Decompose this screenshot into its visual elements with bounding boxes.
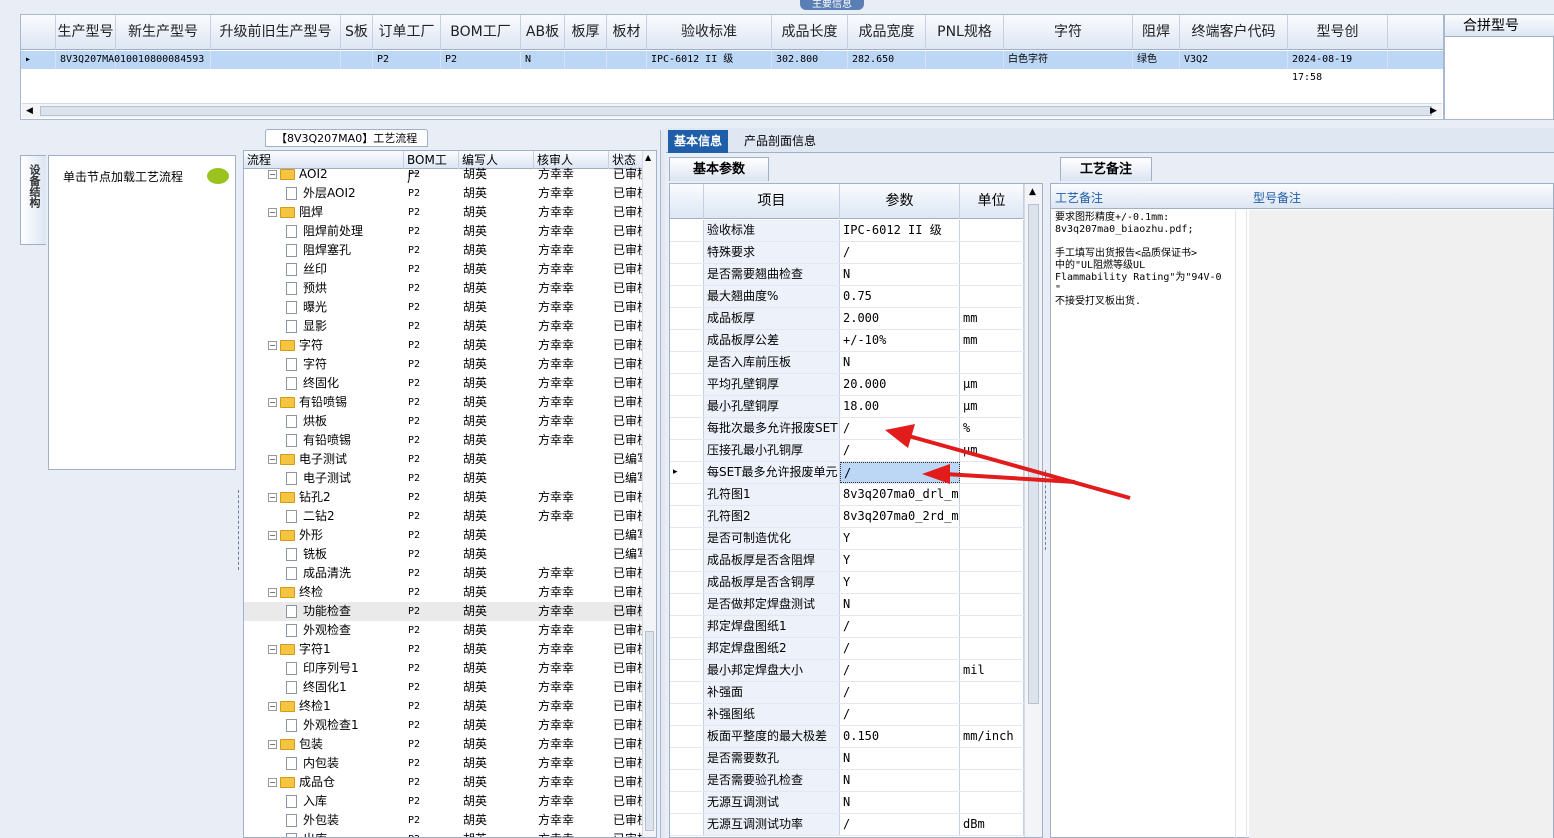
annotation-arrow-upper (904, 433, 1131, 500)
annotation-arrows (885, 424, 1131, 500)
annotation-arrowhead-lower (922, 464, 950, 484)
annotation-arrowhead-upper (885, 424, 915, 448)
